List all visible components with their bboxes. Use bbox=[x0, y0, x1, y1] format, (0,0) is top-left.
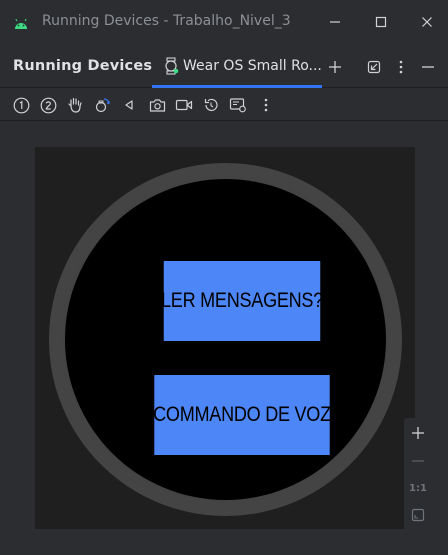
snapshot-settings-icon[interactable] bbox=[228, 95, 248, 115]
window-title: Running Devices - Trabalho_Nivel_3 bbox=[42, 13, 291, 29]
more-vertical-icon[interactable] bbox=[389, 55, 413, 79]
more-vertical-icon[interactable] bbox=[256, 95, 276, 115]
device-tab-label: Wear OS Small Ro... bbox=[183, 58, 322, 74]
watch-bezel: LER MENSAGENS? COMMANDO DE VOZ bbox=[49, 163, 402, 516]
screenshot-icon[interactable] bbox=[147, 95, 167, 115]
actual-size-label: 1:1 bbox=[409, 482, 427, 494]
tab-wear-os-device[interactable]: Wear OS Small Ro... bbox=[150, 46, 322, 88]
watch-device-icon bbox=[162, 57, 180, 79]
rotate-icon[interactable] bbox=[201, 95, 221, 115]
restore-window-icon[interactable] bbox=[362, 55, 386, 79]
close-icon[interactable] bbox=[412, 8, 442, 36]
actual-size-button[interactable]: 1:1 bbox=[404, 475, 432, 501]
watch-screen[interactable]: LER MENSAGENS? COMMANDO DE VOZ bbox=[65, 179, 386, 500]
device-frame: LER MENSAGENS? COMMANDO DE VOZ bbox=[35, 147, 415, 529]
emulator-display-area: LER MENSAGENS? COMMANDO DE VOZ 1:1 bbox=[0, 122, 448, 555]
read-messages-label: LER MENSAGENS? bbox=[161, 289, 324, 312]
minimize-icon[interactable] bbox=[320, 8, 350, 36]
read-messages-button[interactable]: LER MENSAGENS? bbox=[161, 261, 324, 341]
tab-row: Running Devices Wear OS Small Ro... bbox=[0, 46, 448, 88]
zoom-in-button[interactable] bbox=[404, 420, 432, 446]
button-1-icon[interactable] bbox=[11, 95, 31, 115]
zoom-out-button[interactable] bbox=[404, 448, 432, 474]
zoom-controls: 1:1 bbox=[404, 418, 432, 530]
back-icon[interactable] bbox=[119, 95, 139, 115]
screen-record-icon[interactable] bbox=[174, 95, 194, 115]
fit-screen-icon[interactable] bbox=[404, 502, 432, 528]
button-2-icon[interactable] bbox=[38, 95, 58, 115]
running-devices-window: Running Devices - Trabalho_Nivel_3 Runni… bbox=[0, 0, 448, 555]
voice-command-button[interactable]: COMMANDO DE VOZ bbox=[153, 375, 331, 455]
maximize-icon[interactable] bbox=[366, 8, 396, 36]
voice-command-label: COMMANDO DE VOZ bbox=[153, 403, 331, 426]
panel-title: Running Devices bbox=[13, 58, 153, 74]
android-icon bbox=[14, 15, 28, 29]
title-bar: Running Devices - Trabalho_Nivel_3 bbox=[0, 0, 448, 44]
active-tab-indicator bbox=[152, 85, 322, 88]
palm-gesture-icon[interactable] bbox=[65, 95, 85, 115]
minimize-panel-icon[interactable] bbox=[416, 55, 440, 79]
tilt-gesture-icon[interactable] bbox=[92, 95, 112, 115]
add-icon[interactable] bbox=[323, 55, 347, 79]
emulator-toolbar bbox=[0, 89, 448, 121]
